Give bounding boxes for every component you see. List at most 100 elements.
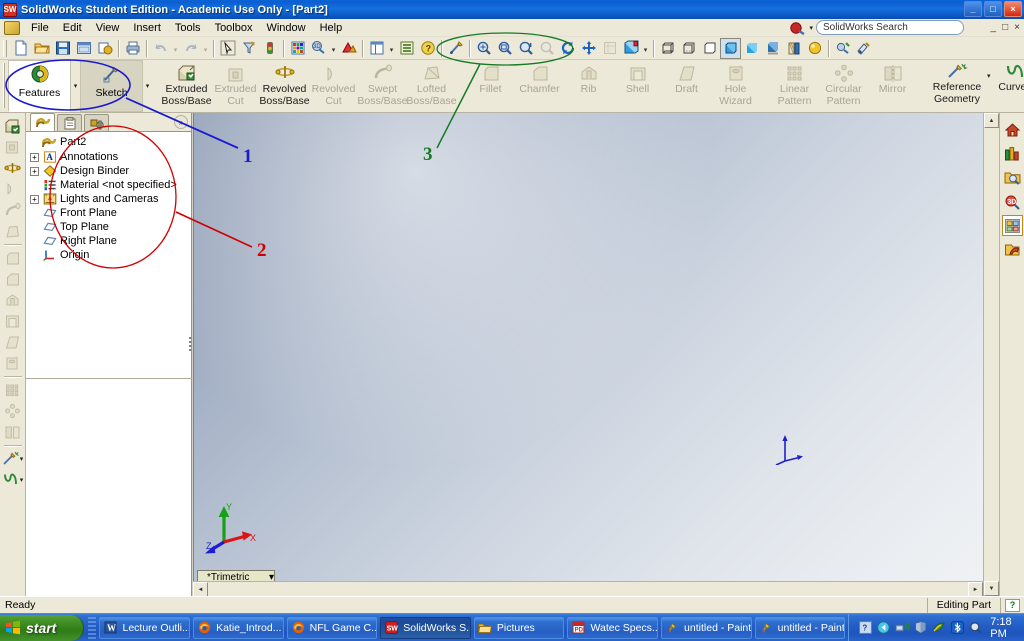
search-3d-contentcentral-icon[interactable]: 3D xyxy=(1002,191,1023,212)
select-arrow-icon[interactable] xyxy=(217,38,238,59)
shaded-with-edges-icon[interactable] xyxy=(720,37,741,59)
expand-toggle[interactable]: + xyxy=(30,194,39,204)
redo-icon[interactable] xyxy=(180,38,201,59)
scroll-left-button[interactable]: ◄ xyxy=(193,582,208,597)
view-layout-icon[interactable] xyxy=(366,38,387,59)
menu-item-help[interactable]: Help xyxy=(313,20,350,36)
command-mirror[interactable]: Mirror xyxy=(868,60,917,112)
left-reference-geometry-icon[interactable]: ▾ xyxy=(0,448,26,469)
tree-item-front-plane[interactable]: Front Plane xyxy=(30,206,191,220)
edit-appearance-2-icon[interactable] xyxy=(832,38,853,59)
left-linear-pattern-icon[interactable] xyxy=(2,379,24,400)
zoom-to-area-icon[interactable] xyxy=(494,38,515,59)
save-icon[interactable] xyxy=(52,38,73,59)
command-curves[interactable]: Curves xyxy=(991,60,1024,112)
command-swept-boss-base[interactable]: Swept Boss/Base xyxy=(357,60,408,112)
taskbar-item-untitled-paint-2[interactable]: untitled - Paint xyxy=(754,616,846,639)
scroll-up-button[interactable]: ▲ xyxy=(984,113,999,128)
shield-tray-icon[interactable] xyxy=(914,621,927,635)
menu-item-file[interactable]: File xyxy=(24,20,56,36)
left-lofted-boss-icon[interactable] xyxy=(2,220,24,241)
taskbar-item-katie-introd[interactable]: Katie_Introd... xyxy=(193,616,284,639)
left-reference-geometry-caret-icon[interactable]: ▾ xyxy=(20,455,24,463)
left-hole-wizard-icon[interactable] xyxy=(2,352,24,373)
feature-manager-tab[interactable] xyxy=(30,113,55,131)
taskbar-item-untitled-paint-1[interactable]: untitled - Paint xyxy=(661,616,752,639)
back-arrow-tray-icon[interactable] xyxy=(877,621,891,635)
minimize-button[interactable]: _ xyxy=(964,1,982,17)
scroll-down-button[interactable]: ▼ xyxy=(984,581,999,596)
undo-icon[interactable] xyxy=(150,38,171,59)
print-preview-icon[interactable] xyxy=(73,38,94,59)
command-revolved-cut[interactable]: Revolved Cut xyxy=(309,60,358,112)
maximize-button[interactable]: □ xyxy=(984,1,1002,17)
command-draft[interactable]: Draft xyxy=(662,60,711,112)
taskbar-item-solidworks[interactable]: SW SolidWorks S... xyxy=(380,616,471,639)
make-drawing-icon[interactable] xyxy=(94,38,115,59)
tree-item-right-plane[interactable]: Right Plane xyxy=(30,234,191,248)
help-tray-icon[interactable]: ? xyxy=(859,621,873,635)
section-view-icon[interactable] xyxy=(783,38,804,59)
zoom-in-out-icon[interactable] xyxy=(515,38,536,59)
panel-splitter-handle[interactable] xyxy=(186,330,193,358)
tab-sketch[interactable]: Sketch xyxy=(80,60,143,112)
display-pane-icon[interactable] xyxy=(396,38,417,59)
realview-graphics-icon[interactable] xyxy=(804,38,825,59)
left-curves-icon[interactable]: ▾ xyxy=(0,469,26,490)
menu-item-toolbox[interactable]: Toolbox xyxy=(208,20,260,36)
3d-drawing-view-icon[interactable] xyxy=(599,38,620,59)
tree-item-design-binder[interactable]: + Design Binder xyxy=(30,164,191,178)
hidden-lines-removed-icon[interactable] xyxy=(699,38,720,59)
edit-appearance-icon[interactable]: 3D xyxy=(308,38,329,59)
hidden-lines-visible-icon[interactable] xyxy=(678,38,699,59)
tree-item-part2[interactable]: Part2 xyxy=(30,135,191,149)
filter-icon[interactable] xyxy=(238,38,259,59)
edit-material-icon[interactable] xyxy=(853,38,874,59)
feature-manager-expand-arrow[interactable]: » xyxy=(174,115,188,129)
taskbar-item-watec-specs[interactable]: PDF Watec Specs... xyxy=(567,616,659,639)
solidworks-resources-icon[interactable] xyxy=(1002,119,1023,140)
rebuild-icon[interactable] xyxy=(259,38,280,59)
taskbar-item-lecture-outline[interactable]: W Lecture Outli... xyxy=(99,616,191,639)
tree-item-lights-and-cameras[interactable]: + Lights and Cameras xyxy=(30,192,191,206)
left-revolved-cut-icon[interactable] xyxy=(2,178,24,199)
tab-features-caret-icon[interactable]: ▾ xyxy=(71,60,80,112)
menu-item-insert[interactable]: Insert xyxy=(126,20,168,36)
antivirus-tray-icon[interactable] xyxy=(932,621,946,635)
shaded-icon[interactable] xyxy=(741,38,762,59)
sketch-icon[interactable] xyxy=(445,38,466,59)
taskbar-item-nfl-game-c[interactable]: NFL Game C... xyxy=(286,616,378,639)
left-mirror-icon[interactable] xyxy=(2,421,24,442)
view-layout-caret-icon[interactable]: ▾ xyxy=(387,38,396,59)
taskbar-item-pictures[interactable]: Pictures xyxy=(473,616,565,639)
menu-item-view[interactable]: View xyxy=(89,20,127,36)
left-revolved-boss-icon[interactable] xyxy=(2,157,24,178)
tree-item-material[interactable]: Material <not specified> xyxy=(30,178,191,192)
menu-item-tools[interactable]: Tools xyxy=(168,20,208,36)
search-caret-icon[interactable]: ▾ xyxy=(809,24,813,32)
pan-icon[interactable] xyxy=(578,38,599,59)
left-draft-icon[interactable] xyxy=(2,331,24,352)
command-extruded-boss-base[interactable]: Extruded Boss/Base xyxy=(161,60,212,112)
bluetooth-tray-icon[interactable] xyxy=(951,621,965,635)
property-manager-tab[interactable] xyxy=(57,114,82,131)
file-explorer-icon[interactable] xyxy=(1002,167,1023,188)
start-button[interactable]: start xyxy=(0,614,85,641)
graphics-horizontal-scrollbar[interactable]: ◄ ► xyxy=(193,581,983,597)
commandmanager-grip[interactable] xyxy=(3,63,5,108)
taskbar-grip[interactable] xyxy=(88,616,97,639)
command-extruded-cut[interactable]: Extruded Cut xyxy=(211,60,260,112)
tree-item-top-plane[interactable]: Top Plane xyxy=(30,220,191,234)
search-input[interactable]: SolidWorks Search xyxy=(816,20,964,35)
menu-item-window[interactable]: Window xyxy=(259,20,312,36)
edit-appearance-caret-icon[interactable]: ▾ xyxy=(329,38,338,59)
left-fillet-icon[interactable] xyxy=(2,247,24,268)
command-fillet[interactable]: Fillet xyxy=(466,60,515,112)
doc-minimize-button[interactable]: _ xyxy=(991,22,997,33)
shadows-in-shaded-mode-icon[interactable] xyxy=(762,38,783,59)
left-swept-boss-icon[interactable] xyxy=(2,199,24,220)
wireframe-icon[interactable] xyxy=(657,38,678,59)
network-tray-icon[interactable] xyxy=(895,621,910,635)
rotate-view-icon[interactable] xyxy=(557,38,578,59)
command-revolved-boss-base[interactable]: Revolved Boss/Base xyxy=(259,60,310,112)
